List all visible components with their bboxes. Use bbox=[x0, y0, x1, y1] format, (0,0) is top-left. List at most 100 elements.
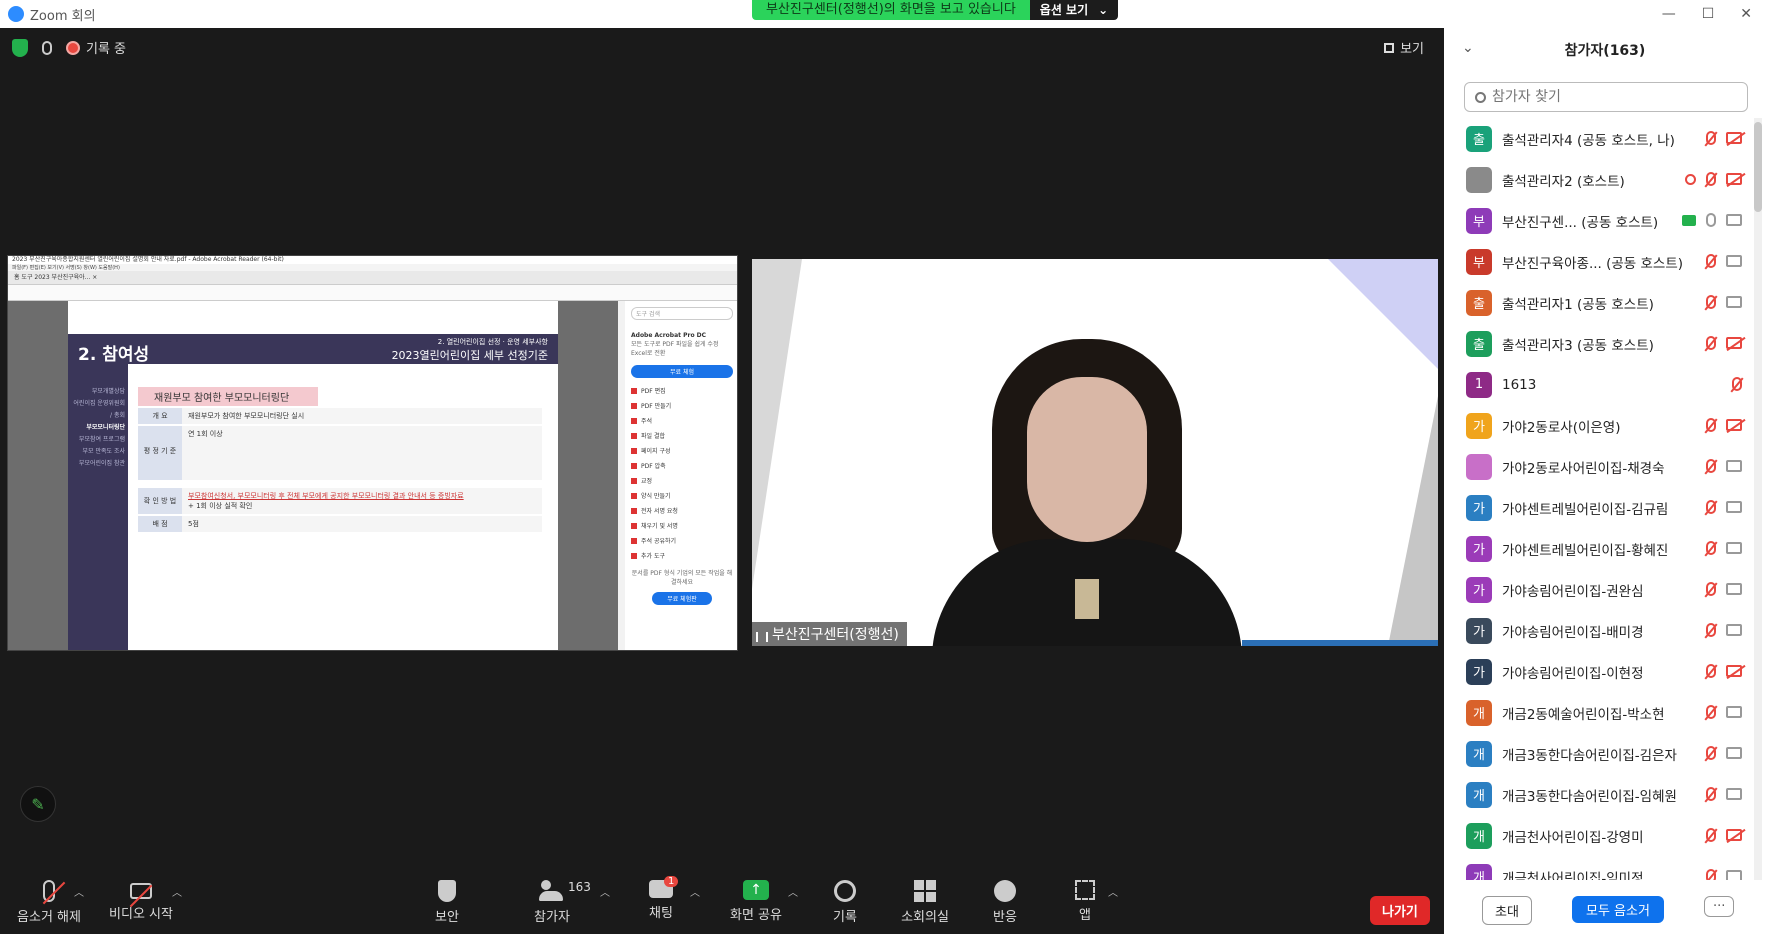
microphone-muted-icon bbox=[1706, 623, 1716, 637]
recording-icon bbox=[66, 40, 80, 55]
participant-row[interactable]: 개 개금3동한다솜어린이집-임혜원 bbox=[1444, 774, 1750, 815]
more-options-button[interactable]: ··· bbox=[1704, 896, 1735, 917]
microphone-muted-icon bbox=[1706, 336, 1716, 350]
participant-name: 가야송림어린이집-배미경 bbox=[1502, 624, 1644, 641]
participant-row[interactable]: 부 부산진구육아종... (공동 호스트) bbox=[1444, 241, 1750, 282]
participant-row[interactable]: 개 개금2동예술어린이집-박소현 bbox=[1444, 692, 1750, 733]
record-label: 기록 bbox=[833, 910, 857, 925]
record-button[interactable]: 기록 bbox=[830, 880, 860, 925]
participant-row[interactable]: 출 출석관리자4 (공동 호스트, 나) bbox=[1444, 118, 1750, 159]
participant-search[interactable] bbox=[1464, 82, 1748, 112]
participant-row[interactable]: 개 개금천사어린이집-강영미 bbox=[1444, 815, 1750, 856]
start-video-button[interactable]: 비디오 시작 bbox=[106, 880, 176, 922]
participant-avatar: 가 bbox=[1466, 494, 1492, 521]
chat-button[interactable]: 1 채팅 bbox=[648, 876, 679, 921]
participant-row[interactable]: 가 가야송림어린이집-이현정 bbox=[1444, 651, 1750, 692]
slide-row-value: 재원부모가 참여한 부모모니터링단 실시 bbox=[182, 408, 542, 424]
participants-options-chevron-icon[interactable]: ︿ bbox=[600, 884, 610, 899]
annotate-pencil-icon[interactable]: ✎ bbox=[20, 786, 56, 822]
participant-name: 개금3동한다솜어린이집-임혜원 bbox=[1502, 788, 1677, 805]
share-screen-button[interactable]: ↑ 화면 공유 bbox=[726, 880, 786, 923]
microphone-muted-icon bbox=[1732, 377, 1742, 391]
camera-icon bbox=[1726, 870, 1742, 880]
acrobat-tool-item: 주석 bbox=[631, 416, 733, 425]
participant-name: 개금천사어린이집-임미정 bbox=[1502, 870, 1644, 881]
participant-avatar: 개 bbox=[1466, 740, 1492, 767]
participant-row[interactable]: 가 가야송림어린이집-배미경 bbox=[1444, 610, 1750, 651]
participant-row[interactable]: 가 가야송림어린이집-권완심 bbox=[1444, 569, 1750, 610]
share-options-chevron-icon[interactable]: ︿ bbox=[788, 884, 798, 899]
view-button[interactable]: 보기 bbox=[1384, 38, 1424, 57]
participants-panel-title: 참가자(163) bbox=[1564, 43, 1646, 59]
reactions-button[interactable]: 반응 bbox=[990, 880, 1020, 925]
close-icon[interactable]: ✕ bbox=[1740, 6, 1752, 22]
participant-list-scrollbar[interactable] bbox=[1754, 118, 1762, 880]
participant-avatar: 출 bbox=[1466, 289, 1492, 316]
shared-screen: 2023 부산진구육아종합지원센터 열린어린이집 설명회 안내 자료.pdf -… bbox=[7, 255, 738, 651]
participant-avatar: 가 bbox=[1466, 617, 1492, 644]
audio-options-chevron-icon[interactable]: ︿ bbox=[74, 884, 84, 899]
tool-icon bbox=[631, 387, 637, 394]
apps-options-chevron-icon[interactable]: ︿ bbox=[1108, 884, 1118, 899]
camera-off-icon bbox=[1726, 419, 1742, 431]
participant-row[interactable]: 개 개금3동한다솜어린이집-김은자 bbox=[1444, 733, 1750, 774]
participant-search-input[interactable] bbox=[1492, 89, 1732, 105]
mute-all-button[interactable]: 모두 음소거 bbox=[1572, 896, 1664, 923]
acrobat-tabs: 홈 도구 2023 부산진구육아... × bbox=[8, 271, 737, 285]
security-button[interactable]: 보안 bbox=[430, 880, 464, 925]
collapse-chevron-icon[interactable]: ⌄ bbox=[1462, 40, 1474, 56]
camera-icon bbox=[1726, 255, 1742, 267]
video-background-shape bbox=[1388, 396, 1438, 646]
participant-status-icons bbox=[1685, 172, 1742, 186]
share-screen-label: 화면 공유 bbox=[730, 908, 782, 923]
slide-row-key: 배 점 bbox=[138, 516, 182, 532]
apps-button[interactable]: 앱 bbox=[1074, 880, 1096, 923]
breakout-rooms-button[interactable]: 소회의실 bbox=[898, 880, 952, 925]
acrobat-footer-button: 무료 체험판 bbox=[652, 592, 712, 605]
view-layout-icon bbox=[1384, 42, 1395, 53]
acrobat-tools-panel: 도구 검색 Adobe Acrobat Pro DC 모든 도구로 PDF 파일… bbox=[625, 301, 737, 650]
security-shield-icon[interactable] bbox=[12, 38, 28, 57]
scrollbar-thumb[interactable] bbox=[1754, 122, 1762, 212]
acrobat-promo-title: Adobe Acrobat Pro DC bbox=[631, 332, 707, 339]
speaker-figure bbox=[932, 339, 1242, 646]
speaker-face bbox=[1027, 377, 1147, 542]
video-options-chevron-icon[interactable]: ︿ bbox=[172, 884, 182, 899]
camera-icon bbox=[1726, 583, 1742, 595]
acrobat-tool-label: PDF 만들기 bbox=[641, 403, 672, 410]
tool-icon bbox=[631, 492, 637, 499]
participant-name: 부산진구센... (공동 호스트) bbox=[1502, 214, 1659, 231]
microphone-muted-icon bbox=[1706, 664, 1716, 678]
participant-row[interactable]: 가 가야센트레빌어린이집-황혜진 bbox=[1444, 528, 1750, 569]
participant-name: 1613 bbox=[1502, 376, 1537, 393]
microphone-muted-icon bbox=[1706, 705, 1716, 719]
participant-row[interactable]: 가야2동로사어린이집-채경숙 bbox=[1444, 446, 1750, 487]
speaker-video[interactable]: 부산진구센터(정행선) bbox=[752, 259, 1438, 646]
microphone-muted-icon bbox=[1706, 131, 1716, 145]
participant-row[interactable]: 출석관리자2 (호스트) bbox=[1444, 159, 1750, 200]
participant-row[interactable]: 출 출석관리자3 (공동 호스트) bbox=[1444, 323, 1750, 364]
participant-row[interactable]: 가 가야2동로사(이은영) bbox=[1444, 405, 1750, 446]
participant-row[interactable]: 1 1613 bbox=[1444, 364, 1750, 405]
acrobat-tool-label: 페이지 구성 bbox=[641, 448, 671, 455]
participant-list: 출 출석관리자4 (공동 호스트, 나) 출석관리자2 (호스트) 부 부산진구센...… bbox=[1444, 118, 1750, 880]
leave-button[interactable]: 나가기 bbox=[1370, 896, 1430, 925]
recording-indicator[interactable]: 기록 중 bbox=[66, 38, 126, 57]
chat-options-chevron-icon[interactable]: ︿ bbox=[690, 884, 700, 899]
slide-row-key: 평 정 기 준 bbox=[138, 426, 182, 480]
acrobat-tool-item: 교정 bbox=[631, 476, 733, 485]
participant-row[interactable]: 개 개금천사어린이집-임미정 bbox=[1444, 856, 1750, 880]
maximize-icon[interactable]: ☐ bbox=[1702, 6, 1715, 22]
speaker-name-tag: 부산진구센터(정행선) bbox=[752, 622, 907, 646]
microphone-icon bbox=[1706, 213, 1716, 227]
participant-avatar: 가 bbox=[1466, 535, 1492, 562]
share-screen-icon: ↑ bbox=[743, 880, 769, 900]
view-options-button[interactable]: 옵션 보기 ⌄ bbox=[1029, 0, 1119, 20]
minimize-icon[interactable]: — bbox=[1662, 6, 1676, 22]
participant-row[interactable]: 가 가야센트레빌어린이집-김규림 bbox=[1444, 487, 1750, 528]
participant-row[interactable]: 출 출석관리자1 (공동 호스트) bbox=[1444, 282, 1750, 323]
view-options-label: 옵션 보기 bbox=[1039, 3, 1089, 17]
speaker-pin bbox=[1075, 579, 1099, 619]
invite-button[interactable]: 초대 bbox=[1482, 896, 1532, 925]
participant-row[interactable]: 부 부산진구센... (공동 호스트) bbox=[1444, 200, 1750, 241]
